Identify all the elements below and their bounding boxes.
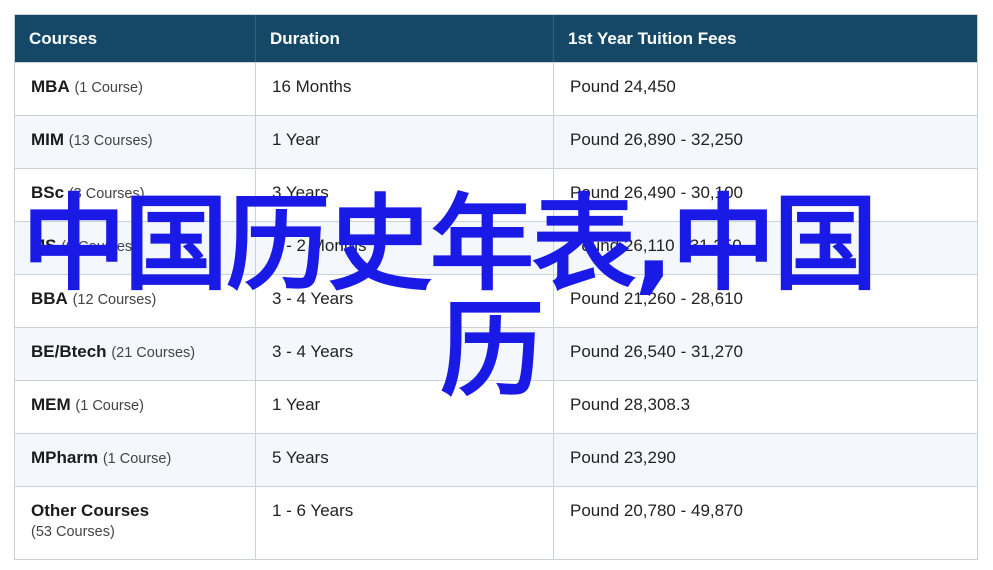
fee-cell: Pound 26,540 - 31,270 [570,342,743,361]
course-count: (9 Courses) [61,239,137,255]
course-cell: MBA (1 Course) [15,63,256,115]
course-name: MEM [31,395,71,414]
fee-cell: Pound 26,110 - 31,250 [570,236,742,255]
course-name: MS [31,236,57,255]
course-cell: Other Courses (53 Courses) [15,487,256,559]
course-count: (12 Courses) [72,292,157,308]
course-name: MBA [31,77,70,96]
header-duration: Duration [256,15,554,62]
duration-cell: 3 Years [256,169,554,221]
course-cell: MS (9 Courses) [15,222,256,274]
duration-cell: 3 - 4 Years [256,275,554,327]
course-name: MPharm [31,448,99,467]
course-name: BE/Btech [31,342,107,361]
course-count: (1 Course) [75,398,144,414]
course-cell: MIM (13 Courses) [15,116,256,168]
table-row: MBA (1 Course) 16 Months Pound 24,450 [15,62,977,115]
duration-cell: 5 Years [256,434,554,486]
table-row: BE/Btech (21 Courses) 3 - 4 Years Pound … [15,327,977,380]
duration-cell: 1 Year [256,116,554,168]
course-name: Other Courses [31,501,150,520]
courses-table: Courses Duration 1st Year Tuition Fees M… [14,14,978,560]
fee-cell: Pound 21,260 - 28,610 [570,289,743,308]
fee-cell: Pound 24,450 [570,77,676,96]
header-tuition-fees: 1st Year Tuition Fees [568,28,737,48]
course-count: (1 Course) [74,80,143,96]
duration-cell: 1 - 6 Years [256,487,554,559]
course-count: (3 Courses) [68,186,145,202]
duration-cell: 16 Months [256,63,554,115]
course-cell: MPharm (1 Course) [15,434,256,486]
fee-cell: Pound 20,780 - 49,870 [570,501,743,520]
table-row: MIM (13 Courses) 1 Year Pound 26,890 - 3… [15,115,977,168]
course-cell: BE/Btech (21 Courses) [15,328,256,380]
fee-cell: Pound 28,308.3 [570,395,691,414]
table-row: BSc (3 Courses) 3 Years Pound 26,490 - 3… [15,168,977,221]
duration-cell: 1 - 2 Months [256,222,554,274]
duration-cell: 1 Year [256,381,554,433]
table-row: BBA (12 Courses) 3 - 4 Years Pound 21,26… [15,274,977,327]
course-count: (13 Courses) [68,133,153,149]
course-count: (21 Courses) [111,345,196,361]
course-name: BBA [31,289,68,308]
fee-cell: Pound 26,890 - 32,250 [570,130,743,149]
duration-cell: 3 - 4 Years [256,328,554,380]
course-cell: MEM (1 Course) [15,381,256,433]
course-count: (1 Course) [102,451,172,467]
course-count: (53 Courses) [31,524,115,540]
course-cell: BSc (3 Courses) [15,169,256,221]
fee-cell: Pound 23,290 [570,448,676,467]
course-name: MIM [31,130,65,149]
table-row: MEM (1 Course) 1 Year Pound 28,308.3 [15,380,977,433]
table-header-row: Courses Duration 1st Year Tuition Fees [15,15,977,62]
course-cell: BBA (12 Courses) [15,275,256,327]
fee-cell: Pound 26,490 - 30,100 [570,183,743,202]
table-row: MS (9 Courses) 1 - 2 Months Pound 26,110… [15,221,977,274]
course-name: BSc [31,183,65,202]
table-row: Other Courses (53 Courses) 1 - 6 Years Po… [15,486,977,559]
table-row: MPharm (1 Course) 5 Years Pound 23,290 [15,433,977,486]
header-courses: Courses [15,15,256,62]
